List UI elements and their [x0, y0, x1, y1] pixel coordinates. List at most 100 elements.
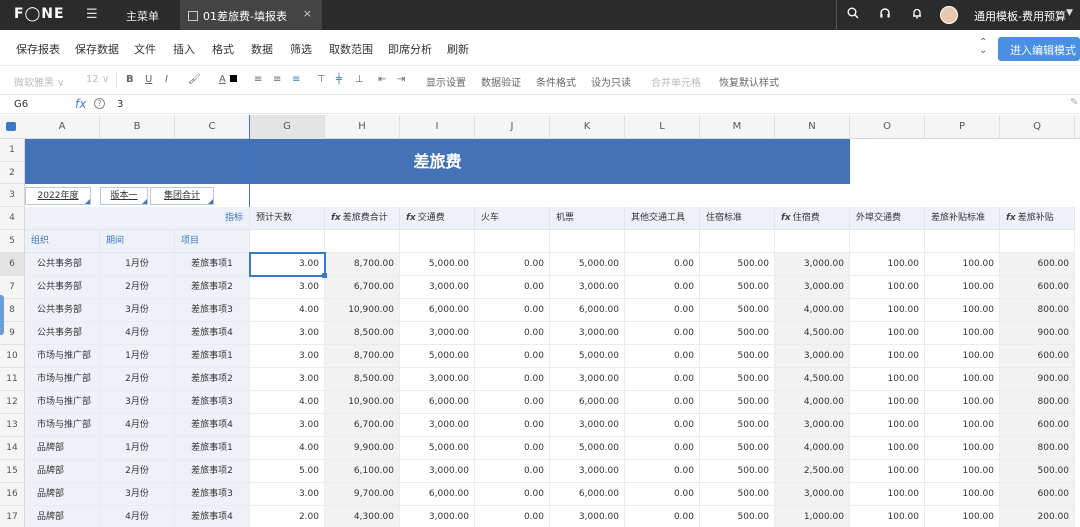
column-header-i[interactable]: I: [400, 115, 475, 139]
dimension-cell[interactable]: 1月份: [100, 345, 175, 368]
data-cell[interactable]: 4,500.00: [775, 322, 850, 345]
dimension-cell[interactable]: 差旅事项2: [175, 368, 250, 391]
column-title[interactable]: fx 住宿费: [775, 207, 850, 230]
dimension-cell[interactable]: 公共事务部: [25, 253, 100, 276]
data-cell[interactable]: 0.00: [625, 483, 700, 506]
data-cell[interactable]: 3,000.00: [775, 483, 850, 506]
dimension-cell[interactable]: 4月份: [100, 322, 175, 345]
data-cell[interactable]: 0.00: [625, 276, 700, 299]
data-cell[interactable]: 500.00: [700, 437, 775, 460]
search-icon[interactable]: [847, 7, 859, 22]
column-title[interactable]: 外埠交通费: [850, 207, 925, 230]
data-cell[interactable]: 600.00: [1000, 483, 1075, 506]
data-cell[interactable]: 8,700.00: [325, 253, 400, 276]
data-cell[interactable]: 100.00: [925, 253, 1000, 276]
dimension-cell[interactable]: 差旅事项3: [175, 299, 250, 322]
edit-pen-icon[interactable]: ✎: [1070, 97, 1078, 108]
column-title[interactable]: 火车: [475, 207, 550, 230]
dimension-cell[interactable]: 4月份: [100, 506, 175, 527]
row-header-4[interactable]: 4: [0, 207, 25, 230]
main-menu-link[interactable]: 主菜单: [126, 8, 159, 24]
user-template-label[interactable]: 通用模板-费用预算: [974, 8, 1066, 24]
dimension-cell[interactable]: 市场与推广部: [25, 414, 100, 437]
data-cell[interactable]: 500.00: [700, 483, 775, 506]
data-cell[interactable]: 500.00: [700, 253, 775, 276]
dimension-cell[interactable]: 差旅事项3: [175, 483, 250, 506]
data-cell[interactable]: 4,300.00: [325, 506, 400, 527]
dimension-cell[interactable]: 差旅事项4: [175, 506, 250, 527]
display-settings-button[interactable]: 显示设置: [426, 74, 466, 89]
data-cell[interactable]: 0.00: [475, 299, 550, 322]
data-cell[interactable]: 100.00: [850, 322, 925, 345]
headset-icon[interactable]: [879, 7, 891, 22]
valign-bottom-icon[interactable]: ⊥: [355, 74, 364, 85]
data-cell[interactable]: 0.00: [625, 460, 700, 483]
sheet-title[interactable]: 差旅费: [25, 139, 850, 184]
data-cell[interactable]: 800.00: [1000, 299, 1075, 322]
column-title[interactable]: fx 交通费: [400, 207, 475, 230]
menu-adhoc-analysis[interactable]: 即席分析: [388, 41, 432, 57]
font-size-select[interactable]: 12 ∨: [86, 74, 109, 85]
valign-top-icon[interactable]: ⊤: [317, 74, 326, 85]
data-cell[interactable]: 100.00: [925, 483, 1000, 506]
fill-handle[interactable]: [322, 273, 327, 278]
data-cell[interactable]: 2,500.00: [775, 460, 850, 483]
data-cell[interactable]: 500.00: [700, 322, 775, 345]
enter-edit-mode-button[interactable]: 进入编辑模式: [998, 37, 1080, 61]
align-right-icon[interactable]: ≡: [292, 74, 300, 85]
filter-dropdown[interactable]: 集团合计: [150, 187, 214, 205]
data-cell[interactable]: 3,000.00: [775, 414, 850, 437]
row-header-16[interactable]: 16: [0, 483, 25, 506]
empty-cell[interactable]: [325, 230, 400, 253]
dimension-cell[interactable]: 4月份: [100, 414, 175, 437]
column-title[interactable]: fx 差旅费合计: [325, 207, 400, 230]
menu-refresh[interactable]: 刷新: [447, 41, 469, 57]
data-cell[interactable]: 3.00: [250, 322, 325, 345]
data-cell[interactable]: 3.00: [250, 368, 325, 391]
app-logo[interactable]: F◯NE: [14, 6, 65, 22]
data-cell[interactable]: 900.00: [1000, 322, 1075, 345]
data-cell[interactable]: 4,000.00: [775, 437, 850, 460]
data-cell[interactable]: 100.00: [850, 506, 925, 527]
function-icon[interactable]: fx: [75, 97, 86, 111]
data-cell[interactable]: 6,000.00: [550, 299, 625, 322]
data-cell[interactable]: 4,000.00: [775, 299, 850, 322]
avatar[interactable]: [940, 6, 958, 24]
data-cell[interactable]: 0.00: [475, 460, 550, 483]
data-cell[interactable]: 100.00: [925, 437, 1000, 460]
row-header-7[interactable]: 7: [0, 276, 25, 299]
data-cell[interactable]: 6,000.00: [400, 483, 475, 506]
data-cell[interactable]: 100.00: [850, 437, 925, 460]
chevron-down-icon[interactable]: ▼: [1066, 8, 1073, 18]
data-cell[interactable]: 3,000.00: [400, 414, 475, 437]
column-header-p[interactable]: P: [925, 115, 1000, 139]
hamburger-menu-icon[interactable]: ☰: [86, 7, 98, 22]
data-cell[interactable]: 0.00: [625, 253, 700, 276]
italic-button[interactable]: I: [165, 74, 168, 85]
dimension-cell[interactable]: 差旅事项4: [175, 414, 250, 437]
data-cell[interactable]: 100.00: [850, 253, 925, 276]
tab-active-report[interactable]: 01差旅费-填报表 ×: [180, 0, 322, 30]
data-cell[interactable]: 5,000.00: [550, 253, 625, 276]
data-cell[interactable]: 0.00: [625, 322, 700, 345]
set-readonly-button[interactable]: 设为只读: [591, 74, 631, 89]
data-cell[interactable]: 100.00: [850, 414, 925, 437]
cell-reference[interactable]: G6: [14, 99, 28, 110]
empty-cell[interactable]: [1000, 230, 1075, 253]
data-cell[interactable]: 500.00: [700, 368, 775, 391]
column-title[interactable]: 机票: [550, 207, 625, 230]
data-cell[interactable]: 5,000.00: [400, 253, 475, 276]
data-cell[interactable]: 5,000.00: [550, 437, 625, 460]
data-cell[interactable]: 100.00: [925, 414, 1000, 437]
data-cell[interactable]: 6,000.00: [400, 299, 475, 322]
dimension-cell[interactable]: 差旅事项1: [175, 345, 250, 368]
data-cell[interactable]: 600.00: [1000, 253, 1075, 276]
data-cell[interactable]: 3,000.00: [550, 368, 625, 391]
data-cell[interactable]: 0.00: [625, 345, 700, 368]
side-panel-handle[interactable]: [0, 295, 4, 335]
bell-icon[interactable]: [911, 7, 923, 22]
data-cell[interactable]: 4,500.00: [775, 368, 850, 391]
data-cell[interactable]: 0.00: [475, 414, 550, 437]
menu-filter[interactable]: 筛选: [290, 41, 312, 57]
column-header-b[interactable]: B: [100, 115, 175, 139]
